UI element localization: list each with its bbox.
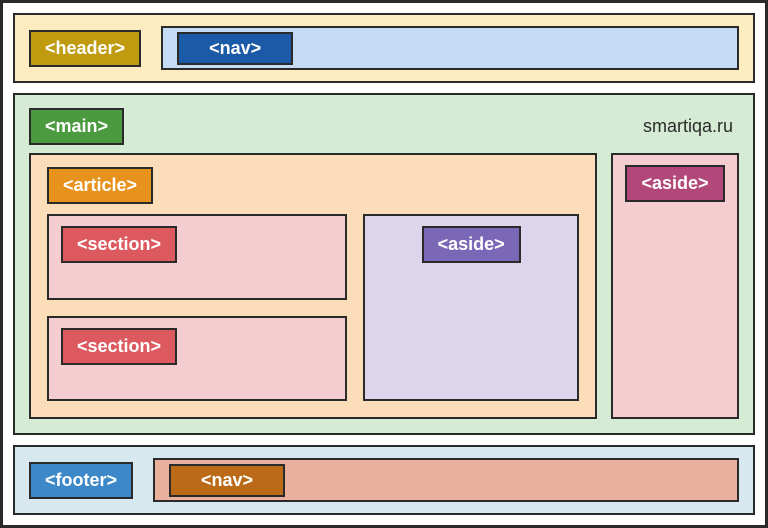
header-nav-region: <nav>	[161, 26, 739, 70]
page-frame: <header> <nav> <main> smartiqa.ru <artic…	[0, 0, 768, 528]
footer-tag: <footer>	[29, 462, 133, 499]
footer-nav-region: <nav>	[153, 458, 739, 502]
article-tag: <article>	[47, 167, 153, 204]
section-tag-2: <section>	[61, 328, 177, 365]
section-region-2: <section>	[47, 316, 347, 402]
section-region-1: <section>	[47, 214, 347, 300]
article-aside-region: <aside>	[363, 214, 579, 401]
main-tag: <main>	[29, 108, 124, 145]
article-region: <article> <section> <section> <aside>	[29, 153, 597, 419]
article-aside-tag: <aside>	[422, 226, 521, 263]
header-tag: <header>	[29, 30, 141, 67]
main-region: <main> smartiqa.ru <article> <section> <…	[13, 93, 755, 435]
header-nav-tag: <nav>	[177, 32, 293, 65]
main-aside-region: <aside>	[611, 153, 739, 419]
section-tag-1: <section>	[61, 226, 177, 263]
footer-nav-tag: <nav>	[169, 464, 285, 497]
footer-region: <footer> <nav>	[13, 445, 755, 515]
main-aside-tag: <aside>	[625, 165, 724, 202]
watermark: smartiqa.ru	[643, 116, 733, 137]
header-region: <header> <nav>	[13, 13, 755, 83]
